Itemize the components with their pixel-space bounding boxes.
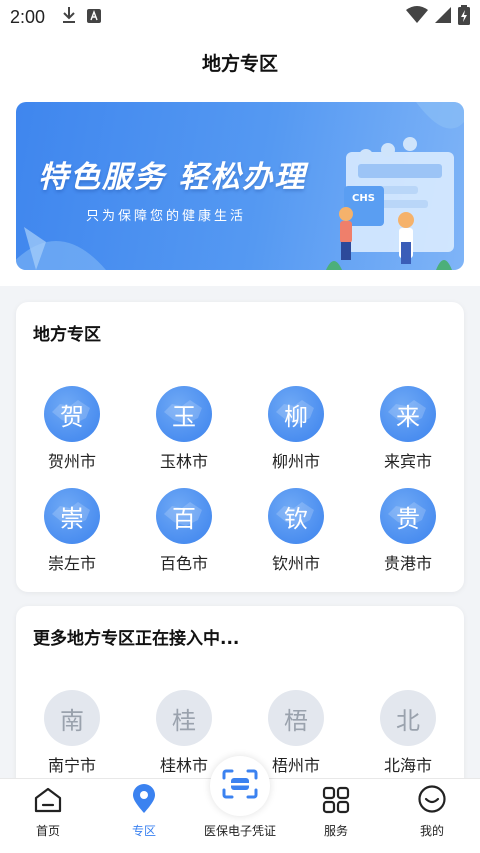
banner-subtitle: 只为保障您的健康生活 — [86, 209, 247, 224]
scan-button[interactable] — [210, 756, 270, 816]
city-item-guigang[interactable]: 贵 贵港市 — [352, 488, 464, 574]
city-name: 百色市 — [159, 554, 208, 573]
nav-label: 服务 — [323, 824, 348, 838]
city-badge: 北 — [380, 690, 436, 746]
city-item-hezhou[interactable]: 贺 贺州市 — [16, 386, 128, 472]
city-badge: 百 — [156, 488, 212, 544]
banner-section: CHS 特色服务 轻松办理 只为保障您的健康生活 — [0, 90, 480, 286]
city-badge: 柳 — [268, 386, 324, 442]
city-badge: 南 — [44, 690, 100, 746]
city-name: 贺州市 — [47, 452, 96, 471]
city-badge: 桂 — [156, 690, 212, 746]
city-name: 南宁市 — [47, 756, 96, 775]
nav-item-zone[interactable]: 专区 — [96, 779, 192, 853]
city-badge: 钦 — [268, 488, 324, 544]
city-item-laibin[interactable]: 来 来宾市 — [352, 386, 464, 472]
city-badge: 贵 — [380, 488, 436, 544]
smile-icon — [417, 784, 447, 818]
status-bar: 2:00 — [0, 0, 480, 34]
city-badge: 贺 — [44, 386, 100, 442]
nav-label: 首页 — [35, 824, 60, 838]
section-title: 地方专区 — [33, 325, 101, 345]
battery-icon — [458, 5, 470, 29]
city-item-baise[interactable]: 百 百色市 — [128, 488, 240, 574]
city-badge: 梧 — [268, 690, 324, 746]
page-title: 地方专区 — [201, 52, 278, 75]
title-bar: 地方专区 — [0, 34, 480, 90]
city-name: 北海市 — [383, 756, 432, 775]
city-item-qinzhou[interactable]: 钦 钦州市 — [240, 488, 352, 574]
city-badge: 玉 — [156, 386, 212, 442]
city-item-beihai[interactable]: 北 北海市 — [352, 690, 464, 776]
grid-icon — [321, 786, 351, 818]
city-item-yulin[interactable]: 玉 玉林市 — [128, 386, 240, 472]
city-name: 梧州市 — [271, 756, 320, 775]
home-icon — [33, 786, 63, 818]
section-title: 更多地方专区正在接入中... — [33, 629, 240, 649]
download-icon — [61, 6, 77, 28]
banner-title: 特色服务 轻松办理 — [38, 160, 307, 195]
nav-item-home[interactable]: 首页 — [0, 779, 96, 853]
cellular-signal-icon — [434, 6, 452, 28]
promo-banner[interactable]: CHS 特色服务 轻松办理 只为保障您的健康生活 — [16, 102, 464, 270]
status-time: 2:00 — [10, 6, 46, 27]
banner-logo-text: CHS — [352, 193, 375, 204]
nav-item-services[interactable]: 服务 — [288, 779, 384, 853]
city-name: 崇左市 — [47, 554, 96, 573]
city-item-liuzhou[interactable]: 柳 柳州市 — [240, 386, 352, 472]
scan-icon — [222, 769, 258, 803]
city-item-chongzuo[interactable]: 崇 崇左市 — [16, 488, 128, 574]
city-name: 玉林市 — [159, 452, 208, 471]
city-grid: 贺 贺州市 玉 玉林市 柳 柳州市 来 来宾市 崇 崇左市 百 百色市 钦 钦州… — [16, 386, 464, 574]
wifi-icon — [406, 6, 428, 28]
nav-label: 我的 — [419, 824, 444, 838]
nav-item-mine[interactable]: 我的 — [384, 779, 480, 853]
city-name: 钦州市 — [271, 554, 320, 573]
city-badge: 来 — [380, 386, 436, 442]
app-notification-icon — [87, 8, 102, 27]
local-zone-card: 地方专区 贺 贺州市 玉 玉林市 柳 柳州市 来 来宾市 崇 崇左市 百 百色市… — [16, 302, 464, 592]
city-item-nanning[interactable]: 南 南宁市 — [16, 690, 128, 776]
city-badge: 崇 — [44, 488, 100, 544]
city-name: 柳州市 — [271, 452, 320, 471]
city-name: 来宾市 — [383, 452, 432, 471]
city-name: 贵港市 — [383, 554, 432, 573]
nav-label: 专区 — [131, 824, 156, 838]
location-pin-icon — [131, 784, 157, 818]
nav-label: 医保电子凭证 — [203, 824, 276, 838]
city-name: 桂林市 — [159, 756, 208, 775]
